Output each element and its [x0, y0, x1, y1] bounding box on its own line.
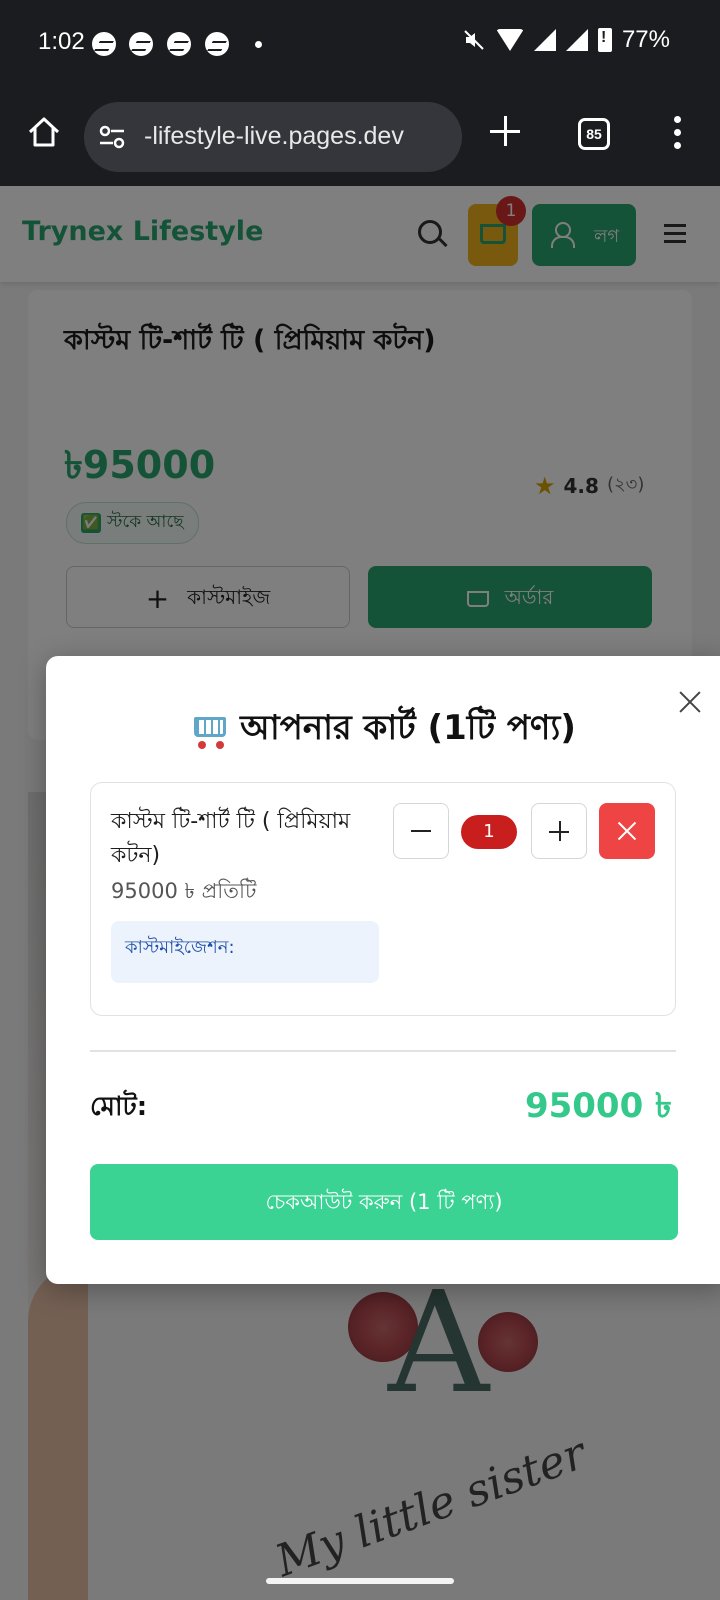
total-label: মোট: — [90, 1092, 148, 1122]
address-bar[interactable]: -lifestyle-live.pages.dev — [84, 102, 462, 172]
navigation-gesture-bar[interactable] — [266, 1578, 454, 1584]
increase-quantity-button[interactable] — [531, 803, 587, 859]
messenger-icon — [167, 32, 191, 56]
quantity-value[interactable]: 1 — [461, 815, 517, 849]
signal-icon — [565, 29, 588, 51]
total-value: 95000 ৳ — [524, 1086, 672, 1126]
decrease-quantity-button[interactable] — [393, 803, 449, 859]
mute-icon — [462, 28, 486, 52]
messenger-icon — [129, 32, 153, 56]
battery-percentage: 77% — [621, 26, 670, 53]
new-tab-icon[interactable] — [490, 116, 520, 146]
cart-item-unit-price: 95000 ৳ প্রতিটি — [111, 879, 257, 903]
more-notifications-dot-icon — [255, 41, 262, 48]
wifi-icon — [495, 29, 524, 51]
customization-label: কাস্টমাইজেশন: — [125, 937, 235, 958]
divider — [90, 1050, 676, 1052]
cart-modal: আপনার কার্ট (1টি পণ্য) কাস্টম টি-শার্ট ট… — [46, 656, 720, 1284]
tab-switcher-button[interactable]: 85 — [578, 118, 610, 150]
shopping-cart-icon — [188, 711, 230, 749]
cart-modal-title: আপনার কার্ট (1টি পণ্য) — [46, 702, 718, 759]
status-bar: 1:02 77% — [0, 0, 720, 92]
battery-icon — [597, 28, 612, 52]
messenger-icon — [92, 32, 116, 56]
customization-box: কাস্টমাইজেশন: — [111, 921, 379, 983]
checkout-button[interactable]: চেকআউট করুন (1 টি পণ্য) — [90, 1164, 678, 1240]
cart-item: কাস্টম টি-শার্ট টি ( প্রিমিয়াম কটন) 950… — [90, 782, 676, 1016]
browser-menu-icon[interactable] — [674, 116, 682, 150]
cart-title-text: আপনার কার্ট (1টি পণ্য) — [240, 708, 576, 748]
cart-item-name: কাস্টম টি-শার্ট টি ( প্রিমিয়াম কটন) — [111, 809, 351, 868]
status-time: 1:02 — [38, 28, 85, 55]
url-text[interactable]: -lifestyle-live.pages.dev — [144, 122, 404, 151]
signal-icon — [533, 29, 556, 51]
status-system-icons: 77% — [462, 26, 670, 54]
messenger-icon — [205, 32, 229, 56]
remove-item-button[interactable] — [599, 803, 655, 859]
browser-toolbar: -lifestyle-live.pages.dev 85 — [0, 92, 720, 186]
home-icon[interactable] — [26, 114, 62, 150]
site-settings-icon[interactable] — [98, 124, 126, 150]
